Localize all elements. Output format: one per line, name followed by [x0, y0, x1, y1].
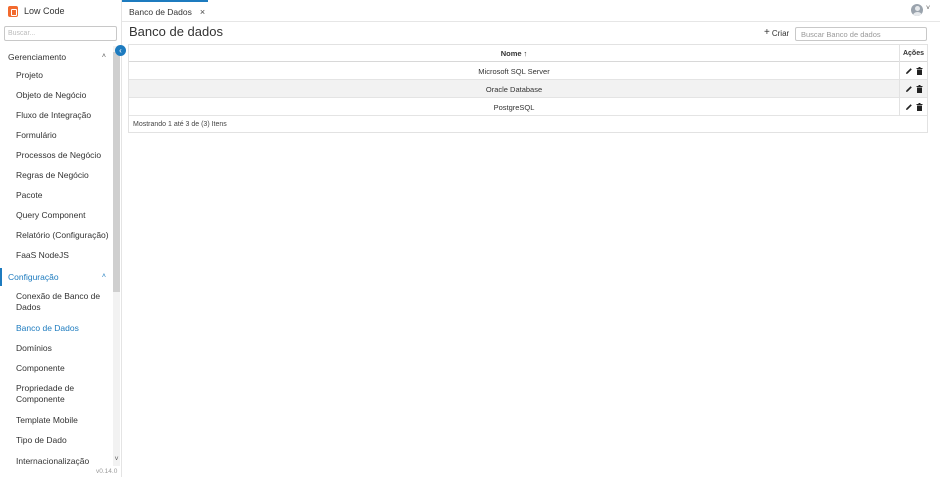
- sidebar-item-faas-nodejs[interactable]: FaaS NodeJS: [16, 250, 112, 261]
- database-grid: Nome ↑ Ações Microsoft SQL Server Oracle…: [128, 44, 928, 133]
- grid-footer-count: Mostrando 1 até 3 de (3) Itens: [133, 121, 227, 128]
- sidebar-item-componente[interactable]: Componente: [16, 363, 112, 374]
- app-version: v0.14.0: [96, 468, 118, 475]
- chevron-down-icon[interactable]: ˅: [113, 456, 120, 464]
- sidebar-item-fluxo-de-integracao[interactable]: Fluxo de Integração: [16, 110, 112, 121]
- row-actions: [899, 62, 927, 80]
- section-label: Gerenciamento: [8, 52, 67, 62]
- create-label: Criar: [771, 28, 790, 38]
- row-name: Oracle Database: [485, 84, 543, 94]
- grid-header: Nome ↑ Ações: [129, 45, 927, 62]
- row-name: PostgreSQL: [493, 102, 535, 112]
- avatar[interactable]: [911, 4, 923, 16]
- sidebar-item-query-component[interactable]: Query Component: [16, 210, 112, 221]
- chevron-left-icon: ‹: [119, 45, 122, 55]
- row-actions: [899, 80, 927, 98]
- row-actions: [899, 98, 927, 116]
- sidebar-item-conexao-de-banco-de-dados[interactable]: Conexão de Banco de Dados: [16, 291, 112, 313]
- column-header-acoes: Ações: [899, 45, 927, 62]
- section-label: Configuração: [8, 272, 59, 282]
- column-label: Nome: [500, 49, 522, 58]
- sidebar-item-regras-de-negocio[interactable]: Regras de Negócio: [16, 170, 112, 181]
- plus-icon: +: [764, 27, 770, 38]
- chevron-up-icon: ˄: [101, 273, 106, 280]
- trash-icon[interactable]: [916, 67, 923, 75]
- sidebar-item-banco-de-dados[interactable]: Banco de Dados: [16, 323, 112, 334]
- sidebar: Low Code Gerenciamento ˄ Projeto Objeto …: [0, 0, 122, 477]
- app-logo-icon: [8, 5, 18, 17]
- chevron-down-icon[interactable]: ˅: [926, 5, 930, 12]
- brand[interactable]: Low Code: [0, 0, 122, 22]
- sidebar-item-objeto-de-negocio[interactable]: Objeto de Negócio: [16, 90, 112, 101]
- sidebar-item-dominios[interactable]: Domínios: [16, 343, 112, 354]
- sidebar-item-projeto[interactable]: Projeto: [16, 70, 112, 81]
- sidebar-item-template-mobile[interactable]: Template Mobile: [16, 415, 112, 426]
- table-row[interactable]: Oracle Database: [129, 80, 927, 98]
- sidebar-item-tipo-de-dado[interactable]: Tipo de Dado: [16, 435, 112, 446]
- collapse-sidebar-button[interactable]: ‹: [115, 45, 126, 56]
- sidebar-item-pacote[interactable]: Pacote: [16, 190, 112, 201]
- tab-bar: Banco de Dados ×: [122, 0, 940, 22]
- row-name: Microsoft SQL Server: [478, 66, 550, 76]
- pencil-icon[interactable]: [905, 85, 913, 93]
- sidebar-item-relatorio[interactable]: Relatório (Configuração): [16, 230, 112, 241]
- sidebar-scrollbar-thumb[interactable]: [113, 52, 120, 292]
- tab-banco-de-dados[interactable]: Banco de Dados ×: [122, 0, 208, 22]
- create-button[interactable]: + Criar: [764, 28, 789, 38]
- table-row[interactable]: Microsoft SQL Server: [129, 62, 927, 80]
- app-name: Low Code: [24, 6, 65, 16]
- column-header-nome[interactable]: Nome ↑: [129, 45, 899, 62]
- pencil-icon[interactable]: [905, 103, 913, 111]
- pencil-icon[interactable]: [905, 67, 913, 75]
- section-configuracao[interactable]: Configuração ˄: [0, 268, 112, 286]
- page-title: Banco de dados: [129, 24, 223, 39]
- trash-icon[interactable]: [916, 85, 923, 93]
- close-icon[interactable]: ×: [200, 7, 205, 17]
- sort-ascending-icon[interactable]: ↑: [524, 49, 528, 58]
- section-gerenciamento[interactable]: Gerenciamento ˄: [0, 48, 112, 66]
- chevron-up-icon: ˄: [101, 53, 106, 60]
- sidebar-item-internacionalizacao[interactable]: Internacionalização: [16, 456, 112, 466]
- tab-label: Banco de Dados: [129, 7, 192, 17]
- search-database-input[interactable]: [795, 27, 927, 41]
- sidebar-item-formulario[interactable]: Formulário: [16, 130, 112, 141]
- sidebar-menu: Gerenciamento ˄ Projeto Objeto de Negóci…: [0, 46, 112, 466]
- sidebar-item-propriedade-de-componente[interactable]: Propriedade de Componente: [16, 383, 112, 405]
- trash-icon[interactable]: [916, 103, 923, 111]
- sidebar-search-input[interactable]: [4, 26, 117, 41]
- sidebar-item-processos-de-negocio[interactable]: Processos de Negócio: [16, 150, 112, 161]
- table-row[interactable]: PostgreSQL: [129, 98, 927, 116]
